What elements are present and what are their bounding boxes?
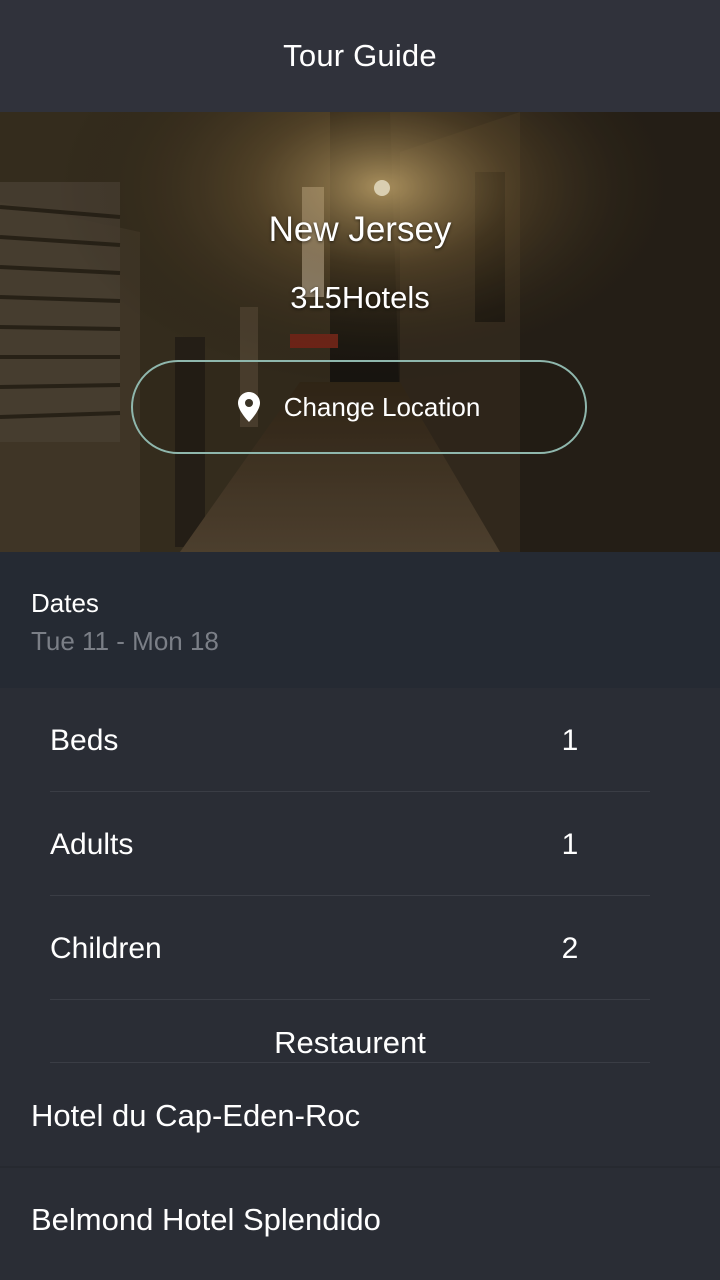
change-location-button[interactable]: Change Location	[131, 360, 587, 454]
hotel-count: 315Hotels	[290, 280, 430, 315]
adults-value: 1	[561, 828, 579, 861]
hero-overlay	[0, 112, 720, 552]
adults-row[interactable]: Adults 1	[50, 792, 650, 896]
dates-label: Dates	[31, 588, 99, 618]
children-row[interactable]: Children 2	[50, 896, 650, 1000]
children-value: 2	[561, 932, 579, 965]
hotel-name: Hotel du Cap-Eden-Roc	[31, 1098, 361, 1133]
children-label: Children	[50, 932, 162, 965]
hotel-name: Belmond Hotel Splendido	[31, 1202, 381, 1237]
hotel-list-item[interactable]: Belmond Hotel Splendido	[0, 1168, 720, 1272]
app-bar: Tour Guide	[0, 0, 720, 112]
adults-label: Adults	[50, 828, 134, 861]
beds-value: 1	[561, 724, 579, 757]
screen: Tour Guide New Jersey 315Hotels Change L…	[0, 0, 720, 1280]
hotel-list-item[interactable]: Hotel du Cap-Eden-Roc	[0, 1064, 720, 1168]
app-title: Tour Guide	[283, 38, 437, 73]
beds-label: Beds	[50, 724, 119, 757]
hero-banner: New Jersey 315Hotels Change Location	[0, 112, 720, 552]
map-pin-icon	[237, 392, 260, 422]
beds-row[interactable]: Beds 1	[50, 688, 650, 792]
dates-value: Tue 11 - Mon 18	[31, 626, 219, 656]
location-title: New Jersey	[268, 210, 452, 249]
dates-selector[interactable]: Dates Tue 11 - Mon 18	[0, 552, 720, 688]
change-location-label: Change Location	[283, 391, 481, 422]
restaurant-section-header: Restaurent	[50, 1000, 650, 1063]
